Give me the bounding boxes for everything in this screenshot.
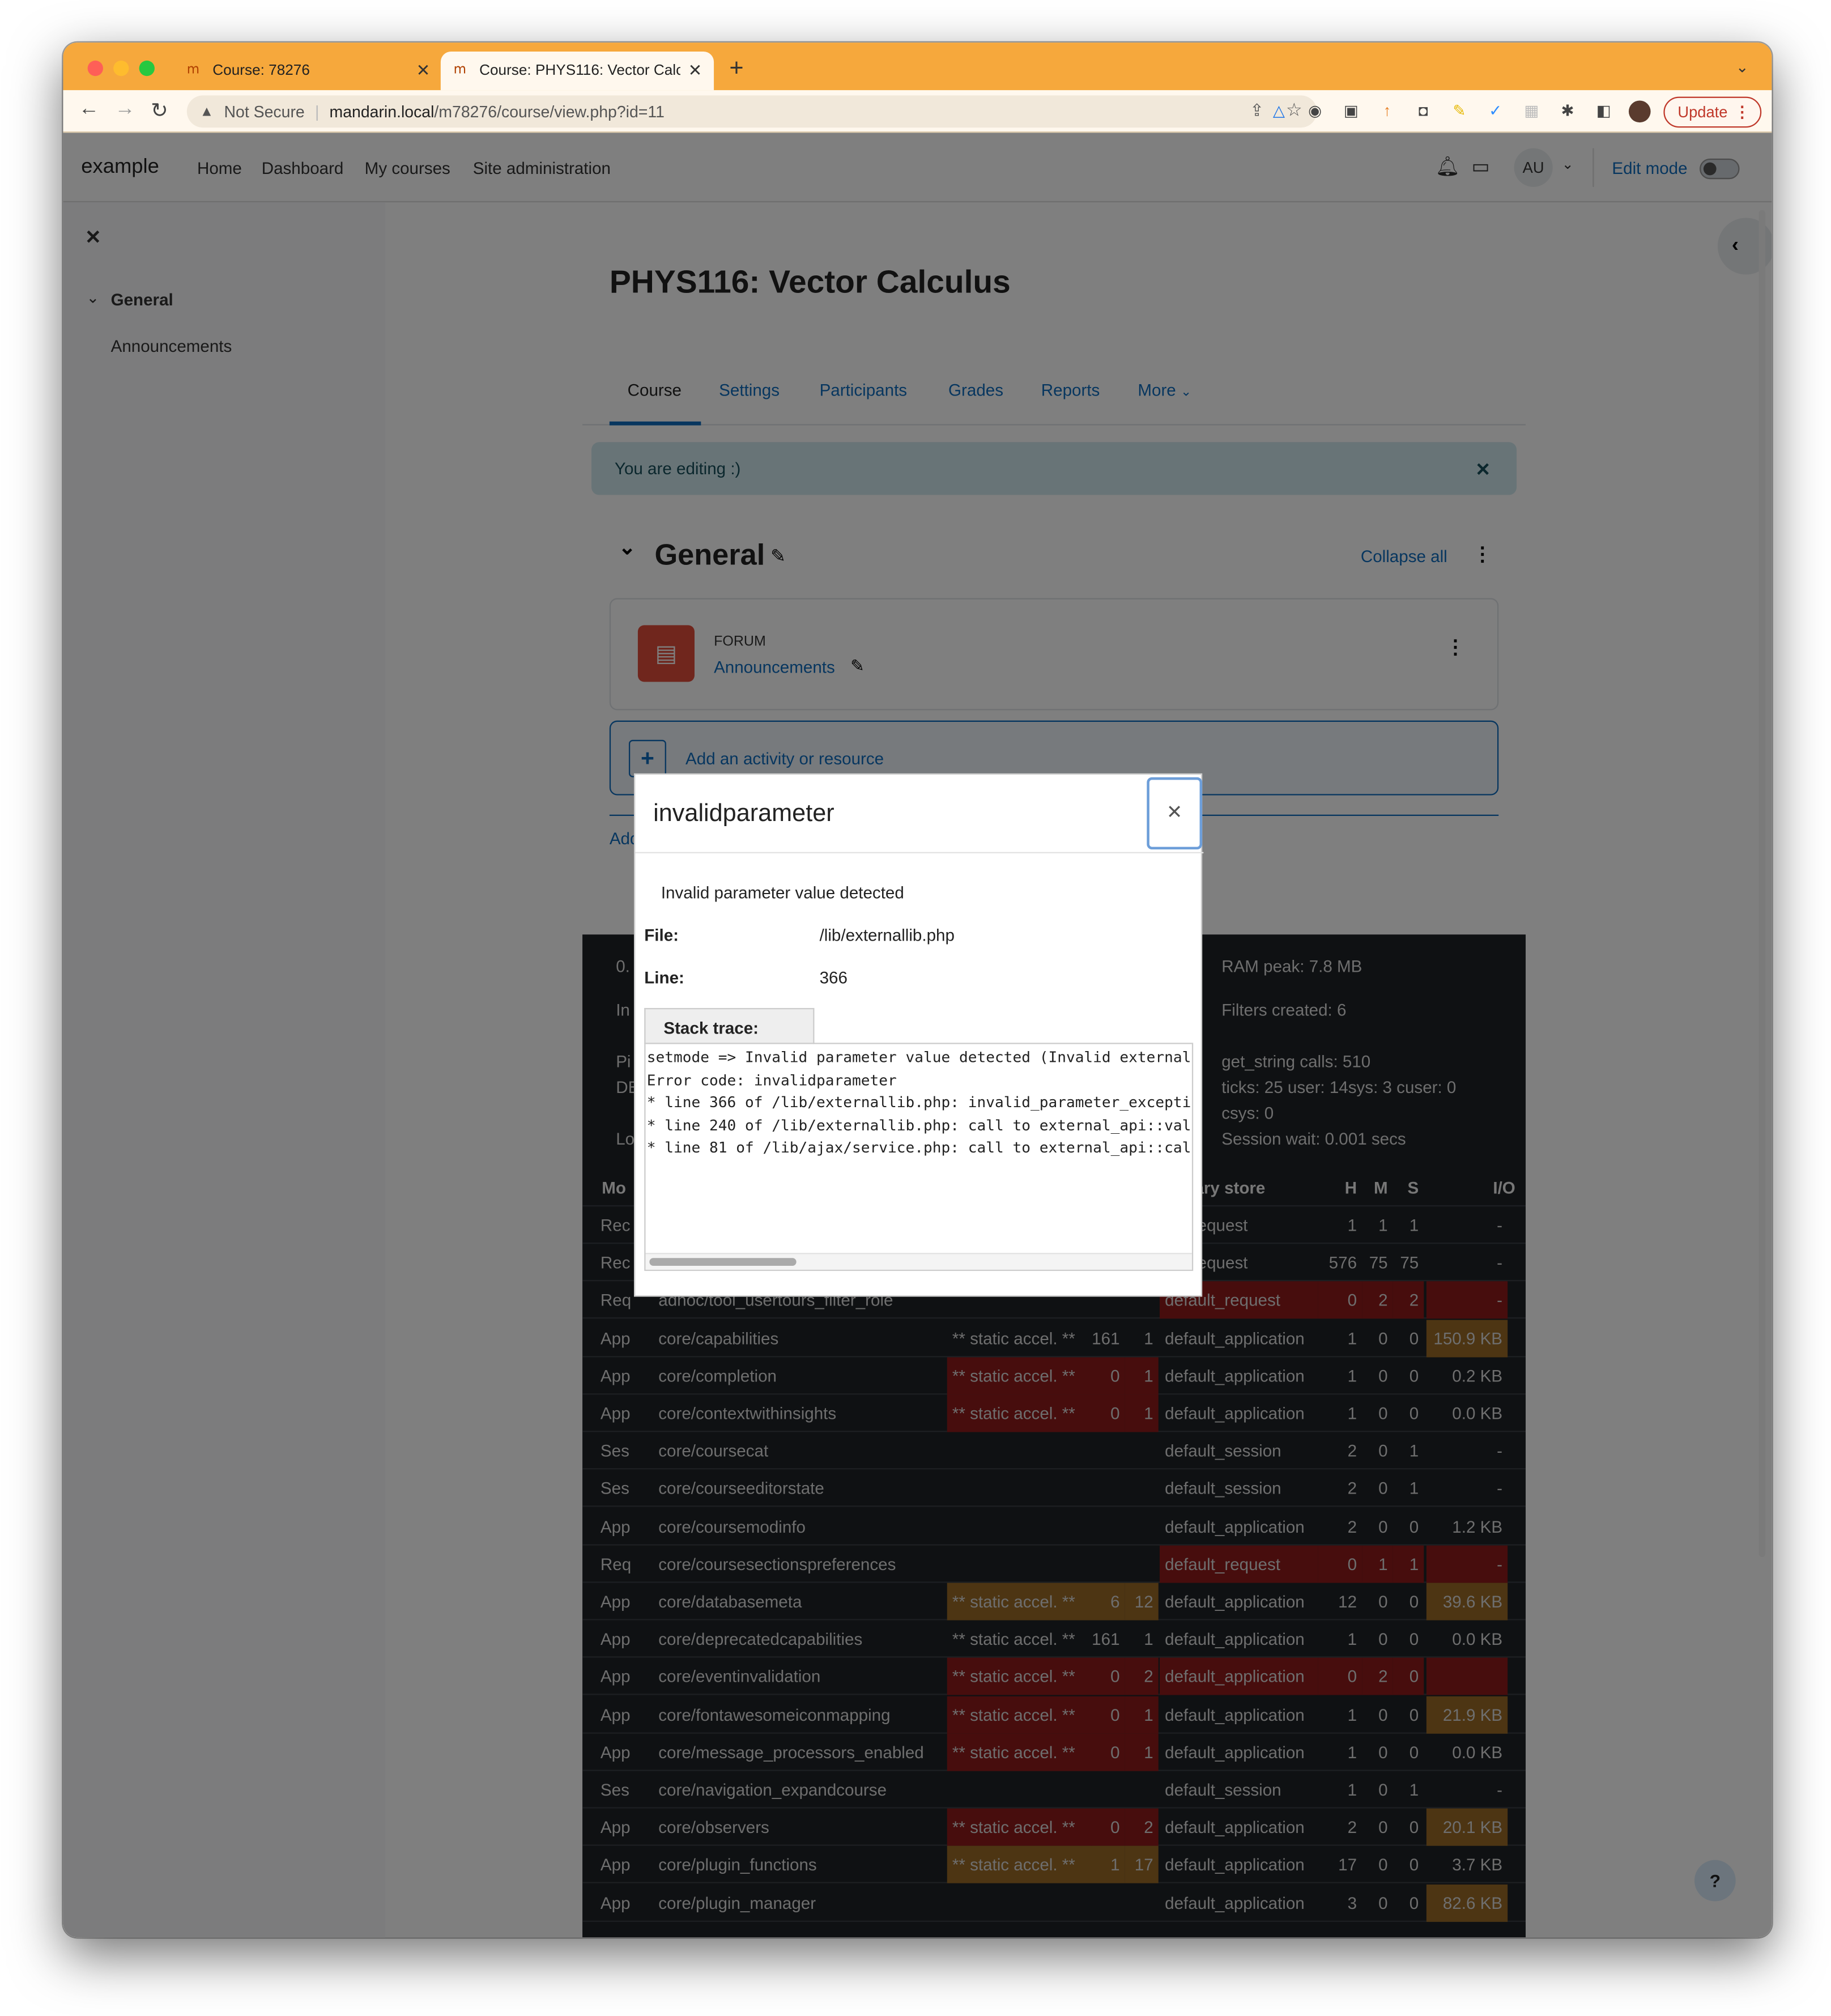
tab-title: Course: PHYS116: Vector Calcu (479, 63, 680, 79)
line-label: Line: (644, 968, 684, 988)
divider: | (314, 102, 320, 121)
stack-trace-text: setmode => Invalid parameter value detec… (647, 1047, 1191, 1159)
stack-trace-box: setmode => Invalid parameter value detec… (644, 1043, 1194, 1271)
tab-course-78276[interactable]: ⅿ Course: 78276 (174, 52, 438, 90)
tab-course-phys116[interactable]: ⅿ Course: PHYS116: Vector Calcu (440, 51, 714, 91)
extensions-puzzle-icon[interactable]: ✱ (1558, 102, 1577, 121)
security-label: Not Secure (224, 102, 305, 121)
new-tab-icon[interactable]: + (729, 56, 743, 84)
scrollbar-thumb[interactable] (649, 1258, 797, 1266)
extension-grid-icon[interactable]: ▦ (1522, 102, 1541, 121)
page-scrollbar-thumb[interactable] (1758, 210, 1766, 1558)
update-label: Update (1677, 103, 1728, 121)
stack-trace-line: Error code: invalidparameter (646, 1070, 897, 1089)
extension-pen-icon[interactable]: ✎ (1450, 102, 1469, 121)
reload-icon[interactable]: ↻ (151, 98, 168, 124)
divider (635, 852, 1204, 853)
profile-avatar-icon[interactable] (1628, 100, 1651, 123)
tab-search-chevron-icon[interactable]: ⌄ (1736, 58, 1749, 76)
stack-trace-line: setmode => Invalid parameter value detec… (646, 1048, 1191, 1066)
moodle-favicon-icon: ⅿ (453, 63, 466, 78)
extension-eye-icon[interactable]: ◉ (1305, 102, 1325, 121)
url-bar[interactable]: ▲ Not Secure | mandarin.local /m78276/co… (186, 95, 1317, 128)
update-button[interactable]: Update ⋮ (1663, 96, 1762, 128)
stack-trace-line: * line 81 of /lib/ajax/service.php: call… (646, 1138, 1191, 1156)
file-value: /lib/externallib.php (819, 925, 955, 945)
stack-trace-tab[interactable]: Stack trace: (644, 1007, 815, 1044)
tab-title: Course: 78276 (212, 63, 310, 79)
line-value: 366 (819, 968, 848, 988)
extension-shield-icon[interactable]: ◘ (1413, 102, 1433, 121)
extension-check-icon[interactable]: ✓ (1485, 102, 1505, 121)
help-label: ? (1709, 1870, 1721, 1891)
extension-arrow-icon[interactable]: ↑ (1377, 102, 1396, 121)
share-icon[interactable]: ⇪ (1250, 100, 1264, 121)
more-vert-icon: ⋮ (1734, 103, 1750, 121)
error-dialog: invalidparameter ✕ Invalid parameter val… (634, 773, 1204, 1297)
close-tab-icon[interactable]: ✕ (416, 61, 431, 81)
stack-trace-line: * line 240 of /lib/externallib.php: call… (646, 1115, 1191, 1134)
zoom-window-button[interactable] (139, 60, 155, 76)
close-tab-icon[interactable]: ✕ (688, 61, 702, 81)
minimize-window-button[interactable] (113, 60, 129, 76)
help-button[interactable]: ? (1694, 1860, 1736, 1902)
moodle-favicon-icon: ⅿ (186, 63, 199, 78)
url-host: mandarin.local (329, 102, 435, 121)
dialog-close-button[interactable]: ✕ (1147, 777, 1203, 850)
sidepanel-icon[interactable]: ◧ (1594, 102, 1613, 121)
browser-window: ⅿ Course: 78276 ✕ ⅿ Course: PHYS116: Vec… (63, 42, 1772, 1938)
dialog-title: invalidparameter (653, 800, 834, 828)
file-label: File: (644, 925, 679, 945)
back-icon[interactable]: ← (79, 98, 99, 121)
address-toolbar: ← → ↻ ▲ Not Secure | mandarin.local /m78… (63, 90, 1772, 133)
extension-triangle-icon[interactable]: △ (1269, 102, 1288, 121)
warning-icon: ▲ (199, 104, 214, 120)
close-window-button[interactable] (87, 60, 103, 76)
forward-icon[interactable]: → (114, 98, 135, 121)
stack-trace-line: * line 366 of /lib/externallib.php: inva… (646, 1093, 1191, 1111)
tab-bar: ⅿ Course: 78276 ✕ ⅿ Course: PHYS116: Vec… (63, 42, 1772, 91)
error-message: Invalid parameter value detected (661, 883, 904, 903)
url-path: /m78276/course/view.php?id=11 (434, 102, 665, 121)
extension-mask-icon[interactable]: ▣ (1342, 102, 1361, 121)
horizontal-scrollbar[interactable] (645, 1253, 1192, 1270)
